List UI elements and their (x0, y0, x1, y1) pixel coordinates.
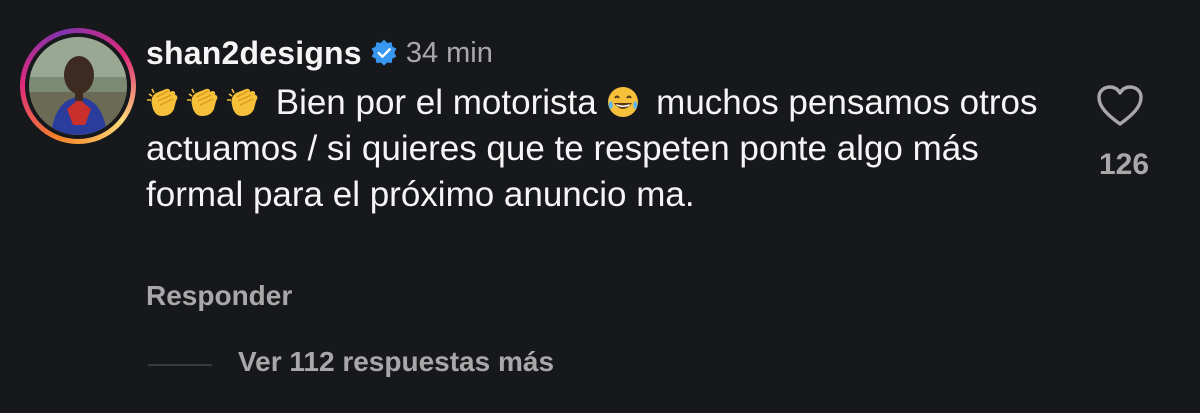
verified-badge-icon (370, 39, 398, 67)
clapping-hands-emoji (226, 85, 260, 119)
clapping-hands-emoji (186, 85, 220, 119)
avatar-story-ring[interactable] (20, 28, 136, 144)
avatar[interactable] (29, 37, 127, 135)
view-more-replies-button[interactable]: Ver 112 respuestas más (238, 346, 554, 378)
like-count: 126 (1098, 148, 1150, 181)
comment-text-part1: Bien por el motorista (266, 83, 607, 122)
tears-of-joy-emoji (606, 85, 640, 119)
replies-divider (148, 364, 212, 366)
username[interactable]: shan2designs (146, 35, 362, 72)
comment-text: Bien por el motorista muchos pensamos ot… (146, 80, 1076, 218)
comment-timestamp: 34 min (405, 36, 493, 69)
comment-header: shan2designs 34 min (146, 33, 493, 73)
clapping-hands-emoji (146, 85, 180, 119)
heart-icon[interactable] (1096, 84, 1144, 128)
comment: shan2designs 34 min Bien por el motorist… (0, 0, 1200, 413)
reply-button[interactable]: Responder (146, 280, 292, 312)
